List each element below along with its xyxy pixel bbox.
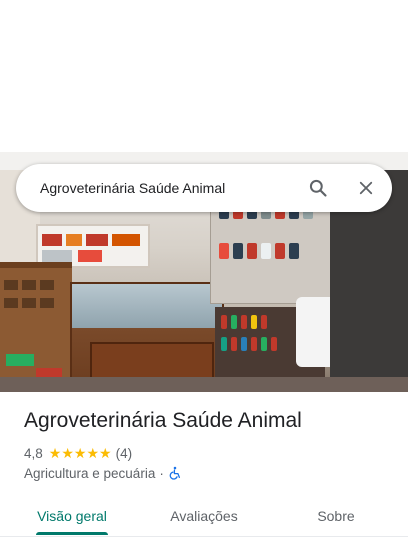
tab-about[interactable]: Sobre [288,496,384,536]
active-tab-indicator [36,532,108,535]
close-icon [359,181,373,195]
tabs-divider [0,536,408,537]
star-icon: ★ [99,445,112,461]
search-bar: Agroveterinária Saúde Animal [16,164,392,212]
search-icon [309,179,327,197]
clear-search-button[interactable] [346,168,386,208]
star-icon: ★ [86,445,100,461]
category-row: Agricultura e pecuária · [24,464,182,482]
search-button[interactable] [298,168,338,208]
place-category: Agricultura e pecuária [24,465,156,481]
map-blank-area [0,0,408,152]
tab-overview[interactable]: Visão geral [24,496,120,536]
separator-dot: · [159,465,164,481]
search-input[interactable]: Agroveterinária Saúde Animal [40,180,298,196]
rating-row[interactable]: 4,8 ★ ★ ★ ★ ★ (4) [24,444,132,462]
star-icon: ★ [61,445,74,461]
wheelchair-icon [169,466,180,480]
review-count: (4) [115,445,133,461]
tab-bar: Visão geral Avaliações Sobre [0,496,408,544]
rating-stars: ★ ★ ★ ★ ★ [49,446,112,460]
photo-wooden-bins [0,262,72,392]
star-icon: ★ [73,445,87,461]
tab-reviews[interactable]: Avaliações [156,496,252,536]
place-title: Agroveterinária Saúde Animal [24,409,302,432]
star-icon: ★ [48,445,62,461]
rating-value: 4,8 [24,445,43,461]
photo-floor [0,377,408,392]
